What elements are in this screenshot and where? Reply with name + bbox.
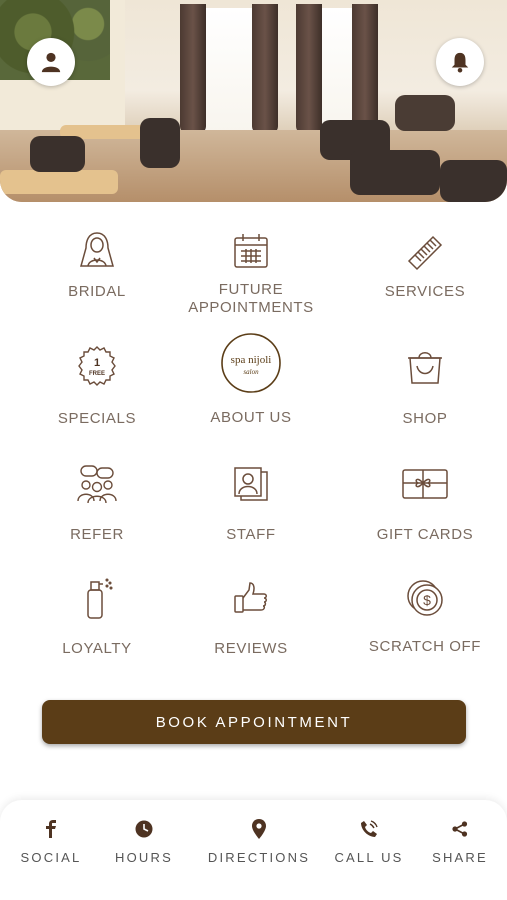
tile-label: LOYALTY bbox=[62, 640, 132, 657]
tile-label: SPECIALS bbox=[57, 410, 137, 427]
tile-label: SHOP bbox=[402, 410, 448, 427]
tile-specials[interactable]: 1 FREE SPECIALS bbox=[17, 342, 177, 428]
tile-staff[interactable]: STAFF bbox=[171, 460, 331, 544]
tile-label: SCRATCH OFF bbox=[368, 638, 482, 655]
book-appointment-button[interactable]: BOOK APPOINTMENT bbox=[42, 700, 466, 744]
facebook-icon bbox=[46, 820, 56, 838]
tile-gift-cards[interactable]: GIFT CARDS bbox=[345, 460, 505, 544]
tile-loyalty[interactable]: LOYALTY bbox=[17, 574, 177, 658]
bottom-nav: SOCIAL HOURS DIRECTIONS CALL US SHARE bbox=[0, 800, 507, 900]
spa-nijoli-logo: spa nijoli salon bbox=[221, 333, 281, 393]
one-free-badge-icon: 1 FREE bbox=[78, 346, 116, 386]
thumbs-up-icon bbox=[234, 582, 267, 613]
hero-curtain bbox=[252, 4, 278, 134]
nav-label: CALL US bbox=[334, 850, 404, 865]
tile-bridal[interactable]: BRIDAL bbox=[17, 227, 177, 301]
bride-icon bbox=[80, 232, 114, 267]
tile-services[interactable]: SERVICES bbox=[345, 227, 505, 301]
tile-scratch-off[interactable]: $ SCRATCH OFF bbox=[345, 574, 505, 656]
phone-icon bbox=[361, 820, 378, 837]
tile-reviews[interactable]: REVIEWS bbox=[171, 574, 331, 658]
logo-name: spa nijoli bbox=[231, 354, 272, 366]
nav-call-us[interactable]: CALL US bbox=[333, 818, 405, 865]
tile-about-us[interactable]: spa nijoli salon ABOUT US bbox=[171, 332, 331, 427]
clock-icon bbox=[135, 820, 153, 838]
tile-label: REFER bbox=[70, 526, 124, 543]
tile-label: SERVICES bbox=[384, 283, 466, 300]
hero-chair bbox=[395, 95, 455, 131]
logo-salon: salon bbox=[243, 368, 259, 376]
nav-social[interactable]: SOCIAL bbox=[20, 818, 82, 865]
book-appointment-label: BOOK APPOINTMENT bbox=[155, 713, 353, 731]
hero-curtain bbox=[180, 4, 206, 134]
hero-curtain bbox=[352, 4, 378, 134]
tile-future-appointments[interactable]: FUTURE APPOINTMENTS bbox=[171, 227, 331, 317]
nav-hours[interactable]: HOURS bbox=[113, 818, 175, 865]
tile-label: ABOUT US bbox=[210, 409, 292, 426]
nav-label: HOURS bbox=[115, 850, 173, 865]
coins-icon: $ bbox=[407, 580, 443, 616]
tile-label: FUTURE APPOINTMENTS bbox=[188, 281, 314, 316]
profile-button[interactable] bbox=[27, 38, 75, 86]
hero-table bbox=[0, 170, 118, 194]
hero-image bbox=[0, 0, 507, 202]
staff-photos-icon bbox=[234, 467, 268, 501]
tile-label: STAFF bbox=[226, 526, 276, 543]
nav-label: DIRECTIONS bbox=[207, 850, 311, 865]
svg-text:$: $ bbox=[423, 592, 431, 608]
spray-bottle-icon bbox=[87, 578, 113, 619]
notifications-button[interactable] bbox=[436, 38, 484, 86]
badge-number: 1 bbox=[94, 357, 100, 369]
nav-label: SHARE bbox=[432, 850, 488, 865]
gift-card-icon bbox=[402, 469, 448, 499]
comb-icon bbox=[407, 235, 443, 271]
nav-share[interactable]: SHARE bbox=[430, 818, 490, 865]
map-pin-icon bbox=[252, 819, 266, 839]
hero-chair bbox=[30, 136, 85, 172]
hero-chair bbox=[140, 118, 180, 168]
refer-people-icon bbox=[77, 465, 117, 504]
tile-label: REVIEWS bbox=[214, 640, 288, 657]
tile-label: GIFT CARDS bbox=[376, 526, 474, 543]
nav-directions[interactable]: DIRECTIONS bbox=[206, 818, 312, 865]
bell-icon bbox=[451, 52, 469, 73]
tile-shop[interactable]: SHOP bbox=[345, 342, 505, 428]
nav-label: SOCIAL bbox=[20, 850, 82, 865]
tile-label: BRIDAL bbox=[68, 283, 126, 300]
share-icon bbox=[452, 821, 468, 837]
hero-chair bbox=[350, 150, 440, 195]
hero-curtain bbox=[296, 4, 322, 134]
badge-free: FREE bbox=[89, 371, 105, 377]
tile-refer[interactable]: REFER bbox=[17, 460, 177, 544]
shopping-bag-icon bbox=[408, 352, 442, 384]
user-icon bbox=[41, 52, 61, 73]
calendar-icon bbox=[234, 234, 268, 268]
hero-chair bbox=[440, 160, 507, 202]
